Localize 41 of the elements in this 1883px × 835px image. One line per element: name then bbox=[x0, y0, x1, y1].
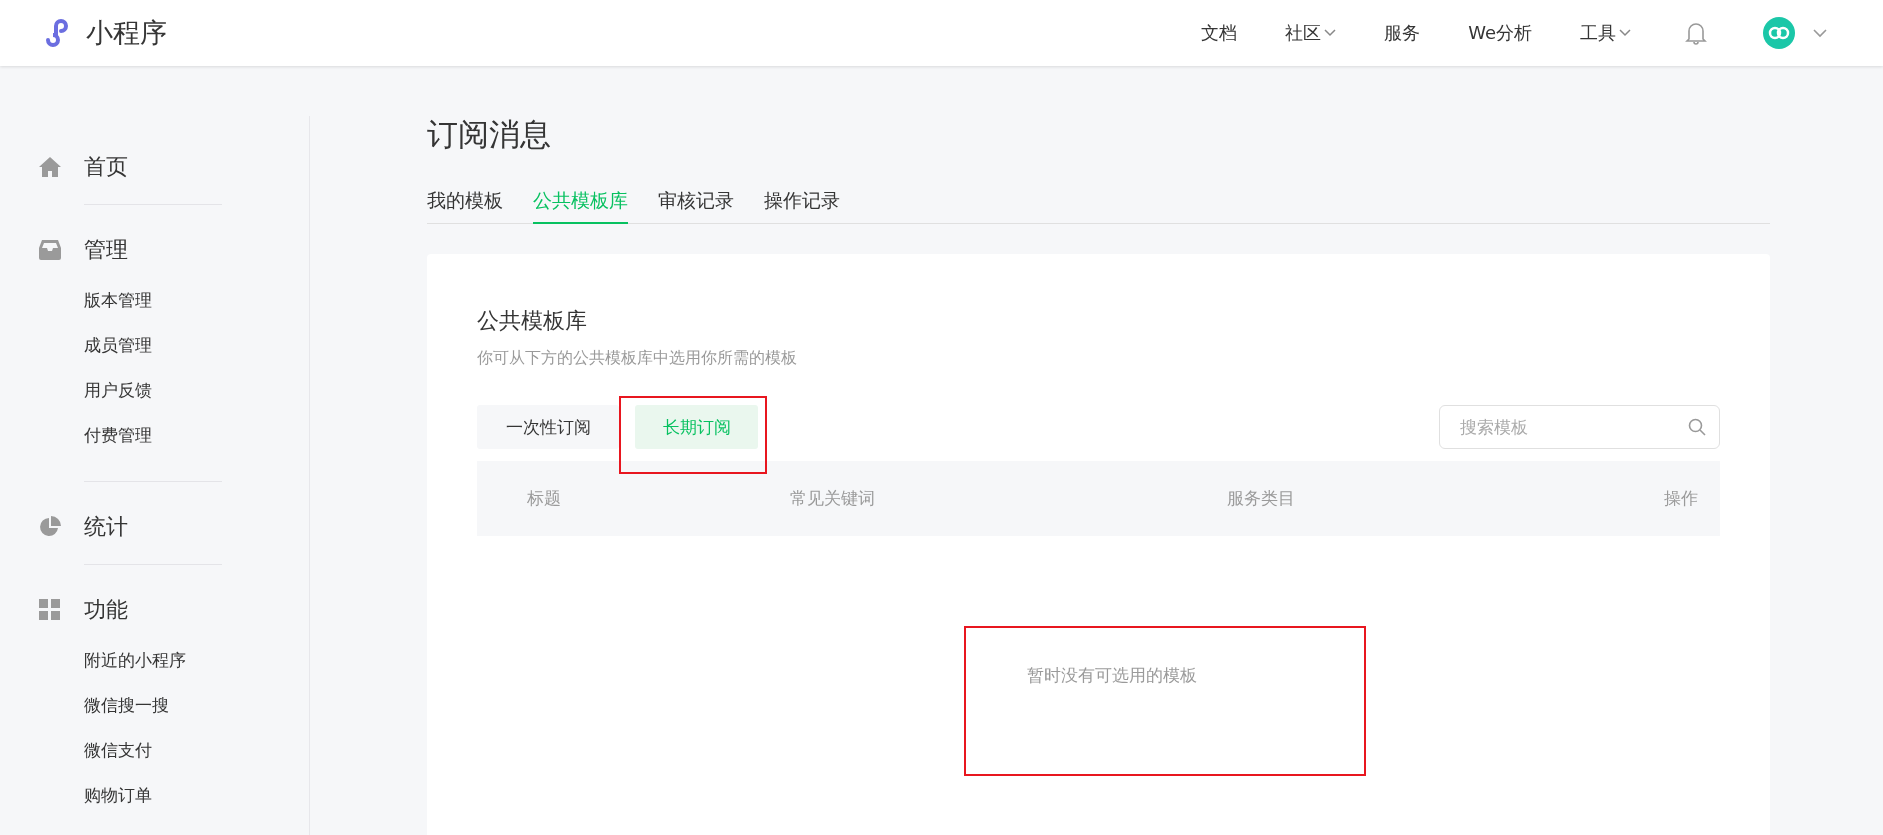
nav-link[interactable]: 文档 bbox=[1201, 21, 1238, 45]
tab[interactable]: 审核记录 bbox=[658, 188, 734, 224]
section-title: 公共模板库 bbox=[477, 307, 588, 335]
tab[interactable]: 操作记录 bbox=[764, 188, 840, 224]
pie-chart-icon bbox=[38, 516, 62, 538]
home-icon bbox=[38, 157, 62, 177]
logo-text: 小程序 bbox=[86, 16, 167, 50]
caret-icon[interactable] bbox=[1619, 29, 1631, 37]
inbox-icon bbox=[38, 240, 62, 260]
tab[interactable]: 我的模板 bbox=[427, 188, 503, 224]
avatar[interactable] bbox=[1763, 17, 1795, 49]
subscription-tab[interactable]: 一次性订阅 bbox=[477, 405, 619, 449]
sidebar-item[interactable]: 成员管理 bbox=[84, 334, 309, 357]
nav-link[interactable]: We分析 bbox=[1468, 21, 1532, 45]
search-field[interactable]: 搜索模板 bbox=[1439, 405, 1720, 449]
sidebar-item[interactable]: 微信搜一搜 bbox=[84, 694, 309, 717]
grid-icon bbox=[38, 599, 62, 621]
column-header: 标题 bbox=[527, 487, 562, 510]
nav-link[interactable]: 服务 bbox=[1384, 21, 1421, 45]
search-icon bbox=[1688, 418, 1706, 436]
section-description: 你可从下方的公共模板库中选用你所需的模板 bbox=[477, 348, 798, 369]
column-header: 操作 bbox=[1664, 487, 1698, 510]
sidebar-heading[interactable]: 统计 bbox=[84, 512, 128, 542]
sidebar-item[interactable]: 购物订单 bbox=[84, 784, 309, 807]
column-header: 常见关键词 bbox=[790, 487, 876, 510]
column-header: 服务类目 bbox=[1227, 487, 1296, 510]
sidebar-item[interactable]: 用户反馈 bbox=[84, 379, 309, 402]
sidebar-heading[interactable]: 管理 bbox=[84, 235, 128, 265]
sidebar-item[interactable]: 付费管理 bbox=[84, 424, 309, 447]
sidebar-item[interactable]: 附近的小程序 bbox=[84, 649, 309, 672]
sidebar-heading[interactable]: 功能 bbox=[84, 595, 128, 625]
caret-icon[interactable] bbox=[1324, 29, 1337, 37]
nav-link[interactable]: 社区 bbox=[1285, 21, 1322, 45]
page-title: 订阅消息 bbox=[427, 115, 552, 154]
sidebar-heading[interactable]: 首页 bbox=[84, 152, 128, 182]
sidebar-item[interactable]: 微信支付 bbox=[84, 739, 309, 762]
bell-icon[interactable] bbox=[1685, 21, 1707, 45]
empty-state-text: 暂时没有可选用的模板 bbox=[1027, 665, 1197, 685]
caret-icon[interactable] bbox=[1813, 28, 1827, 38]
sidebar-item[interactable]: 版本管理 bbox=[84, 289, 309, 312]
nav-link[interactable]: 工具 bbox=[1580, 21, 1616, 45]
